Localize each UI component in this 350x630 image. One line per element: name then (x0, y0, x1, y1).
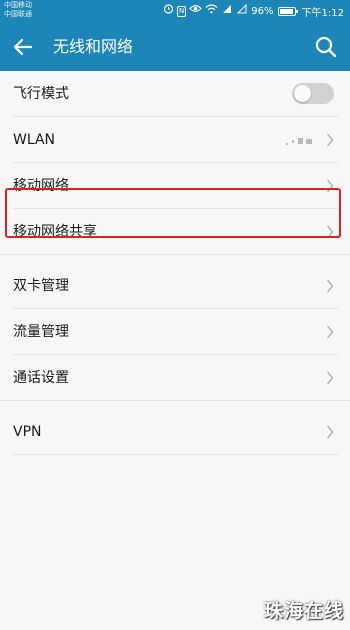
search-icon (315, 36, 337, 58)
setting-label: 飞行模式 (13, 86, 69, 102)
arrow-left-icon (13, 38, 33, 56)
clock: 下午1:12 (301, 7, 344, 19)
search-button[interactable] (314, 35, 338, 59)
divider (0, 400, 350, 401)
chevron-right-icon (327, 225, 334, 239)
setting-airplane-mode[interactable]: 飞行模式 (0, 71, 350, 117)
airplane-mode-toggle[interactable] (292, 83, 334, 104)
carrier-1: 中国移动 (4, 1, 32, 9)
watermark: 珠海在线 (263, 600, 344, 622)
setting-data-usage[interactable]: 流量管理 (0, 309, 350, 355)
page-title: 无线和网络 (53, 37, 134, 56)
setting-tethering[interactable]: 移动网络共享 (0, 209, 350, 255)
setting-label: 移动网络 (13, 178, 69, 194)
eye-icon (189, 4, 203, 18)
status-icons: N 96% 下午1:12 (163, 3, 344, 19)
setting-mobile-network[interactable]: 移动网络 (0, 163, 350, 209)
setting-label: 通话设置 (13, 370, 69, 386)
wifi-icon (205, 3, 218, 19)
carrier-info: 中国移动 中国联通 (4, 1, 32, 19)
setting-label: 双卡管理 (13, 278, 69, 294)
back-button[interactable] (10, 34, 36, 60)
setting-vpn[interactable]: VPN (0, 409, 350, 455)
divider (0, 254, 350, 255)
battery-icon (277, 6, 298, 16)
wlan-status-glyph (286, 138, 312, 146)
alarm-icon (163, 3, 174, 19)
app-bar: 无线和网络 (0, 23, 350, 71)
setting-wlan[interactable]: WLAN (0, 117, 350, 163)
chevron-right-icon (327, 425, 334, 439)
chevron-right-icon (327, 279, 334, 293)
setting-label: WLAN (13, 132, 56, 148)
setting-label: VPN (13, 424, 42, 440)
signal-icon (236, 3, 248, 19)
setting-call-settings[interactable]: 通话设置 (0, 355, 350, 401)
chevron-right-icon (327, 325, 334, 339)
toggle-knob (294, 85, 311, 102)
settings-list: 飞行模式 WLAN 移动网络 移动网络共享 双卡管理 流量管理 通话设置 VPN (0, 71, 350, 455)
status-bar: 中国移动 中国联通 N 96% 下午1:12 (0, 0, 350, 23)
chevron-right-icon (327, 179, 334, 193)
setting-label: 流量管理 (13, 324, 69, 340)
chevron-right-icon (327, 133, 334, 147)
setting-dual-sim[interactable]: 双卡管理 (0, 263, 350, 309)
signal-4g-icon (221, 4, 233, 19)
setting-label: 移动网络共享 (13, 224, 97, 240)
nfc-icon: N (177, 5, 187, 17)
battery-percent: 96% (251, 5, 274, 17)
carrier-2: 中国联通 (4, 10, 32, 18)
divider (13, 454, 338, 455)
chevron-right-icon (327, 371, 334, 385)
